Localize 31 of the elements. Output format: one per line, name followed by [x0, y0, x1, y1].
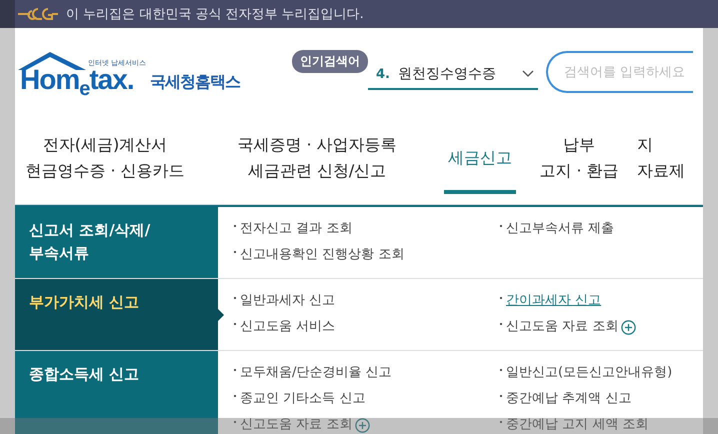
popular-search-dropdown[interactable]: 4. 원천징수영수증 — [368, 60, 538, 90]
menu-item[interactable]: 모두채움/단순경비율 신고 — [240, 360, 392, 386]
nav-tab[interactable]: 지 자료제 — [637, 107, 703, 204]
menu-item[interactable]: 신고도움 자료 조회 — [240, 412, 352, 434]
search-field[interactable]: 검색어를 입력하세요 — [546, 51, 693, 93]
notice-text: 이 누리집은 대한민국 공식 전자정부 누리집입니다. — [66, 6, 364, 23]
menu-item[interactable]: 종교인 기타소득 신고 — [240, 386, 366, 412]
pointer-icon — [218, 308, 224, 320]
menu-item[interactable]: 신고부속서류 제출 — [506, 216, 614, 242]
menu-category[interactable]: 종합소득세 신고 — [15, 351, 218, 434]
menu-item[interactable]: 중간예납 고지 세액 조회 — [506, 412, 648, 434]
menu-category[interactable]: 신고서 조회/삭제/ 부속서류 — [15, 207, 218, 278]
menu-item[interactable]: 일반과세자 신고 — [240, 288, 336, 314]
logo-name: 국세청홈택스 — [150, 72, 240, 93]
menu-item[interactable]: 신고도움 서비스 — [240, 314, 336, 340]
nav-tab[interactable]: 전자(세금)계산서 현금영수증 · 신용카드 — [15, 107, 195, 204]
menu-item[interactable]: 중간예납 추계액 신고 — [506, 386, 632, 412]
plus-circle-icon[interactable] — [355, 418, 370, 432]
menu-item[interactable]: 일반신고(모든신고안내유형) — [506, 360, 672, 386]
nav-tab[interactable]: 납부 고지 · 환급 — [521, 107, 637, 204]
plus-circle-icon[interactable] — [621, 320, 636, 334]
menu-item[interactable]: 전자신고 결과 조회 — [240, 216, 352, 242]
menu-link[interactable]: 간이과세자 신고 — [506, 288, 602, 314]
government-logo-icon — [18, 7, 58, 21]
nav-tab[interactable]: 세금신고 — [439, 107, 521, 204]
popular-search-badge: 인기검색어 — [292, 50, 368, 73]
chevron-down-icon — [522, 70, 534, 78]
nav-tab[interactable]: 국세증명 · 사업자등록 세금관련 신청/신고 — [195, 107, 439, 204]
menu-category[interactable]: 부가가치세 신고 — [15, 279, 218, 350]
menu-item[interactable]: 신고도움 자료 조회 — [506, 314, 618, 340]
menu-item[interactable]: 신고내용확인 진행상황 조회 — [240, 242, 404, 268]
